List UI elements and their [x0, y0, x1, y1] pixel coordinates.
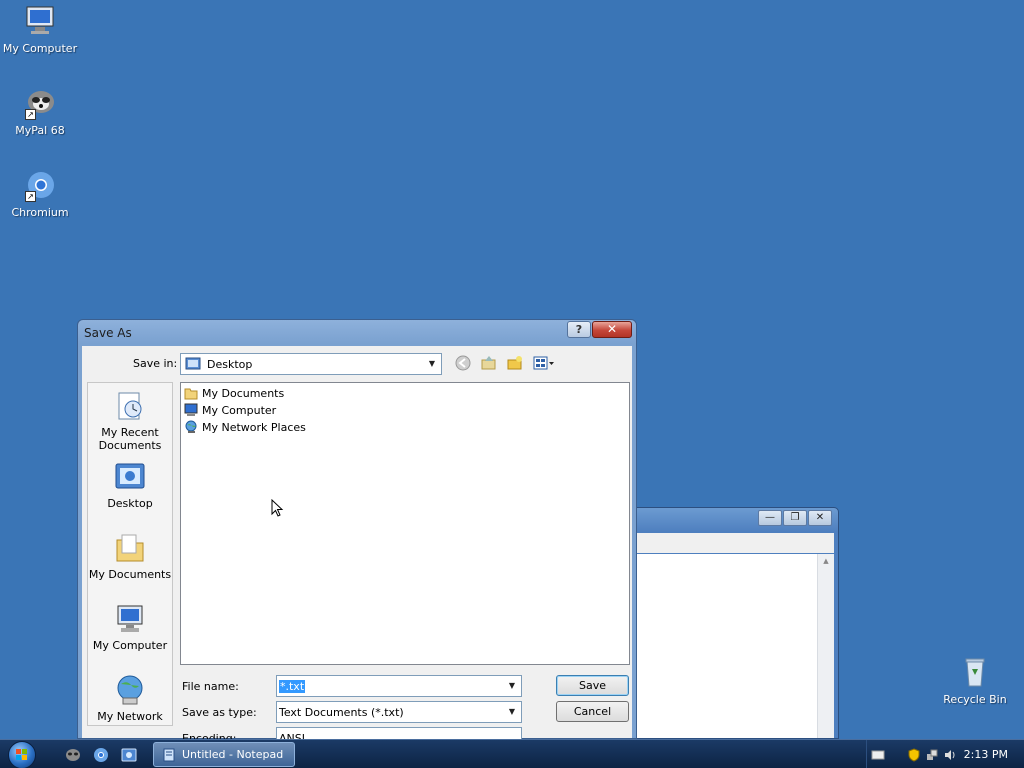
place-desktop[interactable]: Desktop: [88, 460, 172, 510]
quicklaunch-chromium[interactable]: [92, 746, 110, 764]
save-in-value: Desktop: [207, 357, 253, 371]
file-name-input[interactable]: *.txt ▼: [276, 675, 522, 697]
back-button[interactable]: [454, 354, 472, 372]
mypal-browser-icon: ↗: [23, 86, 57, 120]
views-menu-button[interactable]: [532, 354, 556, 372]
desktop-icon-my-computer[interactable]: My Computer: [0, 4, 80, 55]
chevron-down-icon[interactable]: ▼: [425, 357, 439, 371]
notepad-icon: [163, 748, 175, 761]
desktop-icon-mypal[interactable]: ↗ MyPal 68: [0, 86, 80, 137]
save-as-type-value: Text Documents (*.txt): [279, 705, 404, 719]
file-name: My Computer: [202, 403, 277, 417]
keyboard-icon[interactable]: [871, 748, 885, 762]
minimize-button[interactable]: —: [758, 510, 782, 526]
my-computer-icon: [23, 4, 57, 38]
shortcut-arrow-icon: ↗: [25, 191, 36, 202]
taskbar: Untitled - Notepad 2:13 PM: [0, 739, 1024, 768]
desktop-icon-label: Recycle Bin: [943, 693, 1007, 706]
clock[interactable]: 2:13 PM: [964, 748, 1008, 761]
maximize-button[interactable]: ❐: [783, 510, 807, 526]
new-folder-icon: [507, 356, 522, 370]
security-shield-icon[interactable]: [907, 747, 921, 762]
show-desktop-icon: [121, 748, 137, 762]
network-globe-icon: [113, 673, 147, 707]
desktop-icon-chromium[interactable]: ↗ Chromium: [0, 168, 80, 219]
desktop-icon-label: MyPal 68: [15, 124, 65, 137]
notepad-window[interactable]: — ❐ ✕ ▲: [630, 507, 839, 739]
places-bar: My Recent Documents Desktop My Documents…: [87, 382, 173, 726]
network-globe-icon: [185, 420, 197, 433]
up-folder-button[interactable]: [480, 354, 498, 372]
file-list[interactable]: My Documents My Computer My Network Plac…: [180, 382, 630, 665]
desktop-icon-label: Chromium: [11, 206, 69, 219]
close-button[interactable]: ✕: [808, 510, 832, 526]
window-controls: — ❐ ✕: [758, 510, 832, 526]
taskbar-button-label: Untitled - Notepad: [182, 748, 284, 761]
recent-documents-icon: [113, 389, 147, 423]
folder-icon: [184, 388, 198, 400]
place-label: My Recent Documents: [98, 426, 162, 452]
start-button[interactable]: [8, 741, 36, 768]
place-label: My Network: [97, 710, 163, 723]
save-as-type-label: Save as type:: [182, 706, 257, 719]
up-folder-icon: [481, 356, 496, 370]
place-my-computer[interactable]: My Computer: [88, 602, 172, 652]
file-name-value: *.txt: [279, 679, 306, 693]
dialog-title: Save As: [84, 326, 132, 340]
network-icon[interactable]: [925, 748, 939, 762]
cancel-button[interactable]: Cancel: [556, 701, 629, 722]
chromium-icon: ↗: [23, 168, 57, 202]
windows-logo-icon: [16, 749, 27, 760]
help-button[interactable]: ?: [567, 321, 591, 338]
file-name: My Network Places: [202, 420, 306, 434]
desktop-icon: [185, 357, 201, 370]
title-bar-buttons: ? ✕: [567, 321, 632, 338]
navigation-toolbar: [454, 354, 556, 372]
place-label: My Documents: [88, 568, 172, 581]
chevron-down-icon[interactable]: ▼: [505, 679, 519, 693]
taskbar-button-notepad[interactable]: Untitled - Notepad: [153, 742, 295, 767]
close-button[interactable]: ✕: [592, 321, 632, 338]
folder-icon: [113, 531, 147, 565]
place-label: Desktop: [107, 497, 153, 510]
desktop-icon-recycle-bin[interactable]: Recycle Bin: [935, 655, 1015, 706]
menu-bar: [635, 533, 834, 553]
back-arrow-icon: [455, 355, 471, 371]
desktop-icon-label: My Computer: [2, 42, 78, 55]
my-computer-icon: [113, 602, 147, 636]
system-tray: 2:13 PM: [866, 740, 1024, 768]
quicklaunch-mypal[interactable]: [64, 746, 82, 764]
chevron-down-icon[interactable]: ▼: [505, 705, 519, 719]
save-as-type-dropdown[interactable]: Text Documents (*.txt) ▼: [276, 701, 522, 723]
desktop-icon: [113, 460, 147, 494]
shortcut-arrow-icon: ↗: [25, 109, 36, 120]
place-label: My Computer: [92, 639, 168, 652]
chromium-icon: [94, 748, 108, 762]
mouse-cursor-icon: [271, 499, 284, 517]
save-as-dialog[interactable]: Save As ? ✕ Save in: Desktop ▼ My Recent…: [77, 319, 637, 749]
file-name-label: File name:: [182, 680, 239, 693]
place-my-documents[interactable]: My Documents: [88, 531, 172, 581]
place-my-network[interactable]: My Network: [88, 673, 172, 723]
mypal-browser-icon: [66, 749, 80, 761]
text-editor-area[interactable]: ▲: [635, 554, 834, 738]
file-item-my-network-places[interactable]: My Network Places: [184, 419, 306, 435]
new-folder-button[interactable]: [506, 354, 524, 372]
recycle-bin-icon: [958, 655, 992, 689]
volume-icon[interactable]: [943, 748, 957, 762]
scroll-up-arrow-icon[interactable]: ▲: [818, 557, 834, 565]
vertical-scrollbar[interactable]: ▲: [817, 554, 834, 738]
file-name: My Documents: [202, 386, 285, 400]
file-item-my-computer[interactable]: My Computer: [184, 402, 276, 418]
save-button[interactable]: Save: [556, 675, 629, 696]
place-my-recent-documents[interactable]: My Recent Documents: [88, 389, 172, 452]
views-icon: [533, 356, 554, 370]
save-in-label: Save in:: [133, 357, 178, 370]
my-computer-icon: [184, 403, 198, 416]
file-item-my-documents[interactable]: My Documents: [184, 385, 284, 401]
dialog-client-area: Save in: Desktop ▼ My Recent Documents D…: [82, 346, 632, 749]
save-in-dropdown[interactable]: Desktop ▼: [180, 353, 442, 375]
quicklaunch-show-desktop[interactable]: [120, 746, 138, 764]
